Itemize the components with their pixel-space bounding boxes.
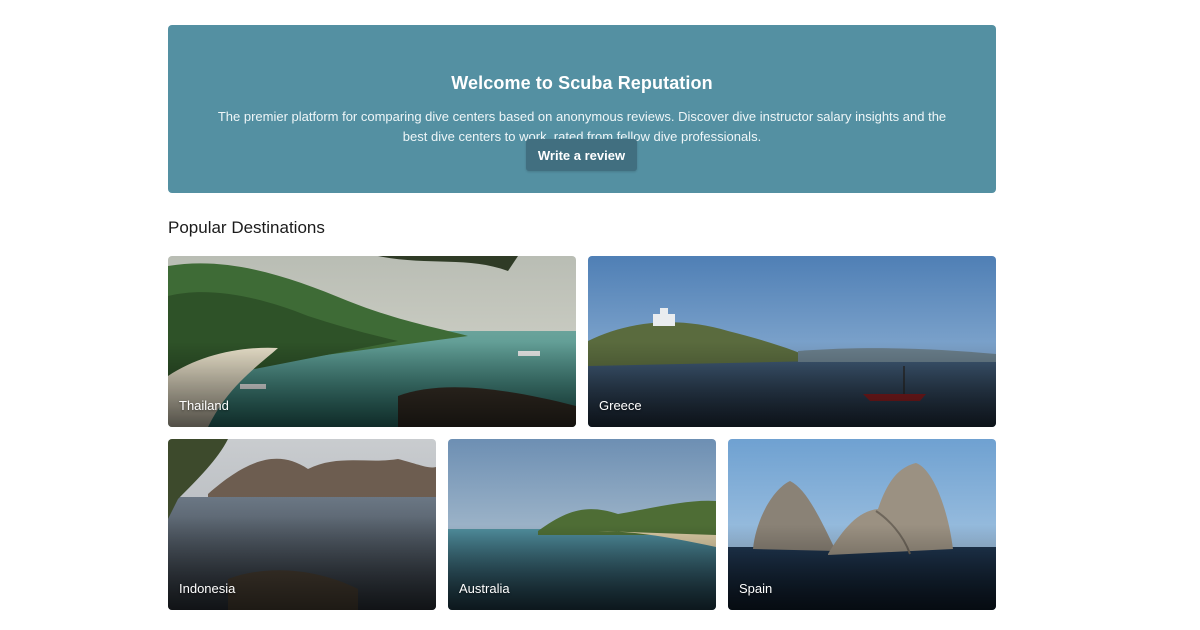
destination-card-thailand[interactable]: Thailand xyxy=(168,256,576,427)
welcome-title: Welcome to Scuba Reputation xyxy=(451,73,713,93)
destination-card-australia[interactable]: Australia xyxy=(448,439,716,610)
welcome-banner: Welcome to Scuba Reputation The premier … xyxy=(168,25,996,193)
destination-label: Thailand xyxy=(179,398,229,413)
destination-card-greece[interactable]: Greece xyxy=(588,256,996,427)
popular-destinations-heading: Popular Destinations xyxy=(168,218,325,237)
destination-card-indonesia[interactable]: Indonesia xyxy=(168,439,436,610)
thailand-photo xyxy=(168,256,576,427)
greece-photo xyxy=(588,256,996,427)
destination-label: Indonesia xyxy=(179,581,236,596)
destination-label: Spain xyxy=(739,581,773,596)
destination-label: Greece xyxy=(599,398,642,413)
destination-label: Australia xyxy=(459,581,510,596)
write-review-button[interactable]: Write a review xyxy=(526,139,637,171)
destination-card-spain[interactable]: Spain xyxy=(728,439,996,610)
